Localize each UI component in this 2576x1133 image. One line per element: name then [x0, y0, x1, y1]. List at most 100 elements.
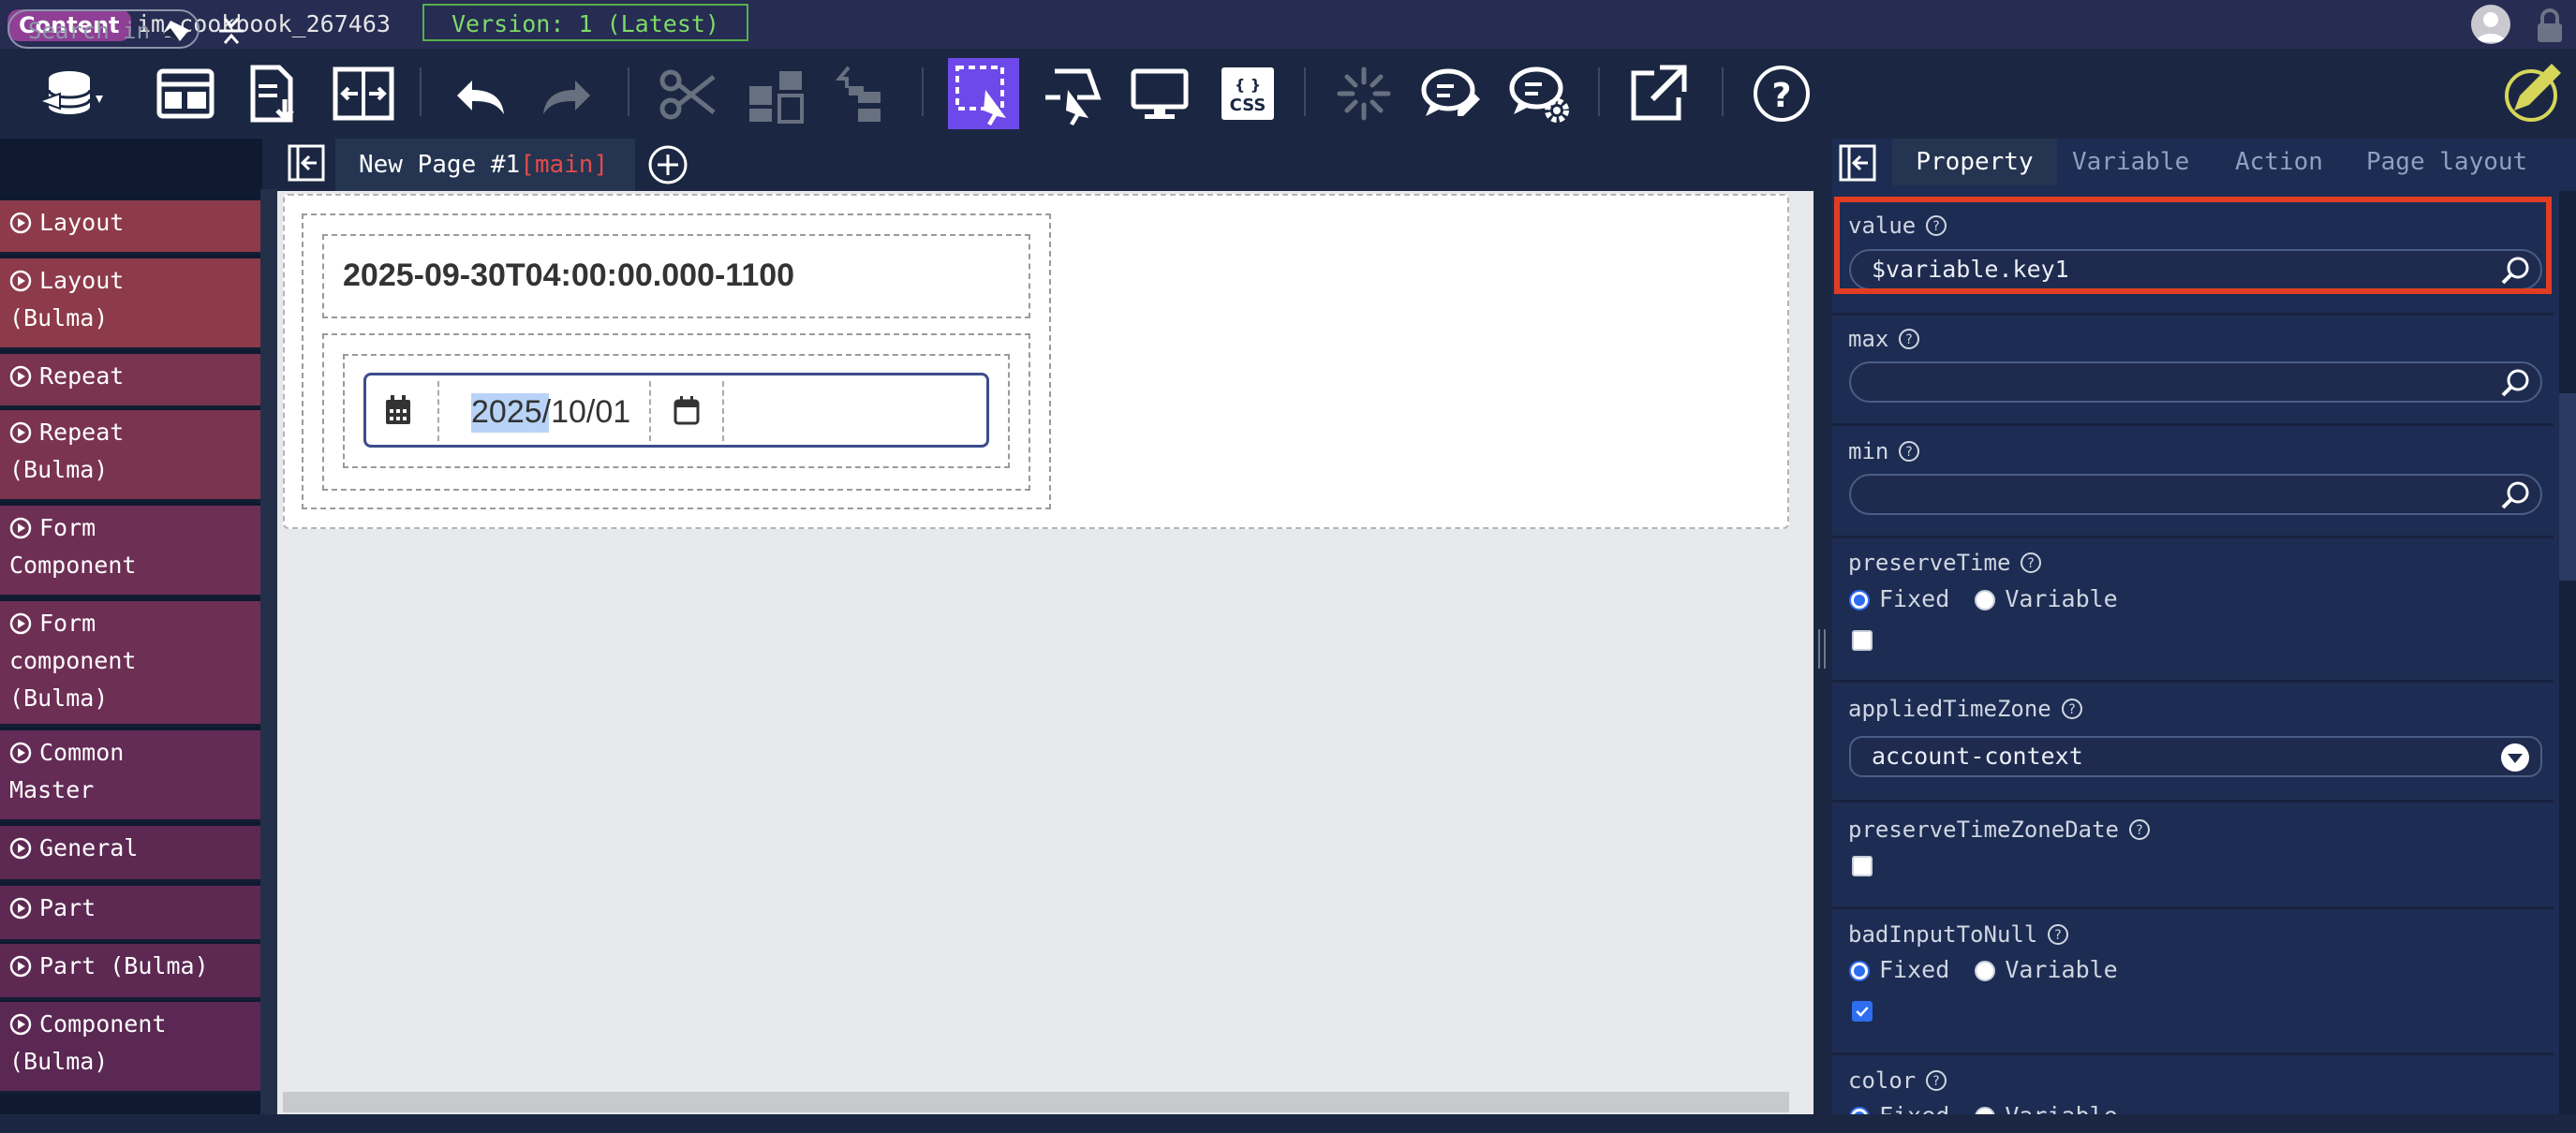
sidebar-category-label: Layout	[39, 209, 125, 236]
undo-icon[interactable]	[444, 58, 515, 129]
sidebar-category-item[interactable]: Component (Bulma)	[0, 1002, 260, 1094]
badInputToNull-label: badInputToNull?	[1848, 920, 2069, 949]
tab-action[interactable]: Action	[2235, 139, 2323, 185]
collapse-left-icon[interactable]	[287, 143, 326, 183]
layout-icon[interactable]	[150, 58, 221, 129]
tab-page-layout[interactable]: Page layout	[2366, 139, 2527, 185]
radio-variable[interactable]	[1975, 961, 1996, 981]
tab-label: New Page #1	[359, 151, 521, 179]
radio-variable[interactable]	[1975, 590, 1996, 611]
radio-fixed[interactable]	[1849, 590, 1870, 611]
preview-icon[interactable]	[1124, 58, 1195, 129]
search-icon	[2499, 367, 2531, 399]
sidebar-category-item[interactable]: Part	[0, 886, 260, 942]
redo-icon[interactable]	[532, 58, 603, 129]
svg-text:?: ?	[1933, 1074, 1940, 1089]
lock-icon[interactable]	[2531, 7, 2569, 45]
select-icon[interactable]	[948, 58, 1019, 129]
help-icon: ?	[2020, 552, 2042, 574]
canvas-scrollbar[interactable]	[283, 1092, 1789, 1112]
tab-property[interactable]: Property	[1892, 139, 2057, 185]
play-circle-icon	[9, 738, 32, 764]
date-year[interactable]: 2025	[471, 394, 542, 430]
play-circle-icon	[9, 1009, 32, 1036]
preserveTime-radio-group: Fixed Variable	[1849, 584, 2118, 614]
eraser-icon[interactable]	[161, 19, 191, 43]
calendar-picker-icon[interactable]	[673, 394, 701, 426]
min-label: min?	[1848, 436, 1920, 466]
panel-scroll-track[interactable]	[2559, 191, 2576, 1114]
play-circle-icon	[9, 513, 32, 539]
radio-fixed[interactable]	[1849, 961, 1870, 981]
preserveTimeZoneDate-checkbox[interactable]	[1852, 856, 1873, 876]
open-external-icon[interactable]	[1622, 58, 1694, 129]
version-badge[interactable]: Version: 1 (Latest)	[422, 4, 748, 41]
color-label: color?	[1848, 1066, 1947, 1096]
comment-settings-icon[interactable]	[1504, 58, 1576, 129]
divider	[1832, 906, 2554, 909]
loading-icon[interactable]	[1328, 58, 1399, 129]
date-month-day[interactable]: /10/01	[542, 394, 631, 430]
avatar[interactable]	[2471, 5, 2510, 44]
sidebar-category-item[interactable]: Part (Bulma)	[0, 944, 260, 1000]
datetime-text[interactable]: 2025-09-30T04:00:00.000-1100	[343, 255, 794, 296]
sidebar-category-item[interactable]: Layout (Bulma)	[0, 258, 260, 350]
sidebar-category-item[interactable]: Form Component	[0, 506, 260, 597]
collapse-all-icon[interactable]	[215, 15, 247, 47]
panel-splitter[interactable]	[1814, 139, 1832, 1114]
group-icon[interactable]	[740, 58, 811, 129]
divider	[1832, 800, 2554, 802]
min-input[interactable]	[1849, 474, 2542, 515]
preserveTime-checkbox[interactable]	[1852, 630, 1873, 651]
sidebar-category-label: Part (Bulma)	[39, 952, 209, 979]
preserveTimeZoneDate-label: preserveTimeZoneDate?	[1848, 815, 2151, 845]
radio-variable[interactable]	[1975, 1107, 1996, 1114]
sidebar-category-item[interactable]: General	[0, 826, 260, 882]
help-icon: ?	[1898, 440, 1920, 463]
sidebar-category-label: Repeat	[39, 362, 125, 390]
svg-text:?: ?	[1772, 77, 1792, 115]
sidebar-category-item[interactable]: Form component (Bulma)	[0, 601, 260, 727]
css-icon[interactable]: { } CSS	[1212, 58, 1283, 129]
calendar-icon[interactable]	[384, 394, 412, 426]
radio-fixed[interactable]	[1849, 1107, 1870, 1114]
help-icon: ?	[1925, 1069, 1947, 1092]
appliedTimeZone-select[interactable]: account-context	[1849, 736, 2542, 777]
date-value[interactable]: 2025/10/01	[471, 391, 630, 433]
split-icon[interactable]	[328, 58, 399, 129]
svg-text:?: ?	[1906, 332, 1913, 347]
collapse-right-icon[interactable]	[1838, 143, 1877, 183]
cut-icon[interactable]	[652, 58, 723, 129]
sidebar-category-label: Part	[39, 894, 96, 921]
help-icon[interactable]: ?	[1746, 58, 1817, 129]
badInputToNull-checkbox[interactable]	[1852, 1001, 1873, 1022]
radio-fixed-label: Fixed	[1879, 585, 1950, 612]
sidebar-category-label: General	[39, 834, 139, 861]
play-circle-icon	[9, 361, 32, 388]
sidebar-category-item[interactable]: Repeat (Bulma)	[0, 410, 260, 502]
comment-icon[interactable]	[1416, 58, 1488, 129]
search-icon	[2499, 479, 2531, 511]
pointer-icon[interactable]	[1036, 58, 1107, 129]
tab-new-page[interactable]: New Page #1[main]	[335, 139, 635, 191]
sidebar-category-item[interactable]: Repeat	[0, 354, 260, 408]
export-icon[interactable]	[240, 58, 311, 129]
add-page-icon[interactable]	[646, 143, 689, 186]
divider	[1832, 536, 2554, 538]
edit-icon[interactable]	[2495, 58, 2567, 129]
color-radio-group: Fixed Variable	[1849, 1101, 2118, 1114]
divider	[1832, 680, 2554, 683]
max-input[interactable]	[1849, 361, 2542, 403]
ungroup-icon[interactable]	[828, 58, 899, 129]
sidebar-category-item[interactable]: Layout	[0, 200, 260, 255]
sidebar-scrollbar[interactable]	[260, 189, 277, 1126]
max-label: max?	[1848, 324, 1920, 354]
preserveTime-label: preserveTime?	[1848, 548, 2042, 578]
sidebar-category-item[interactable]: Common Master	[0, 730, 260, 822]
database-icon[interactable]	[34, 58, 105, 129]
tab-variable[interactable]: Variable	[2072, 139, 2189, 185]
radio-fixed-label: Fixed	[1879, 1102, 1949, 1114]
splitter-grip-icon[interactable]	[1816, 627, 1828, 670]
panel-scrollbar[interactable]	[2559, 393, 2576, 581]
help-icon: ?	[1898, 328, 1920, 350]
